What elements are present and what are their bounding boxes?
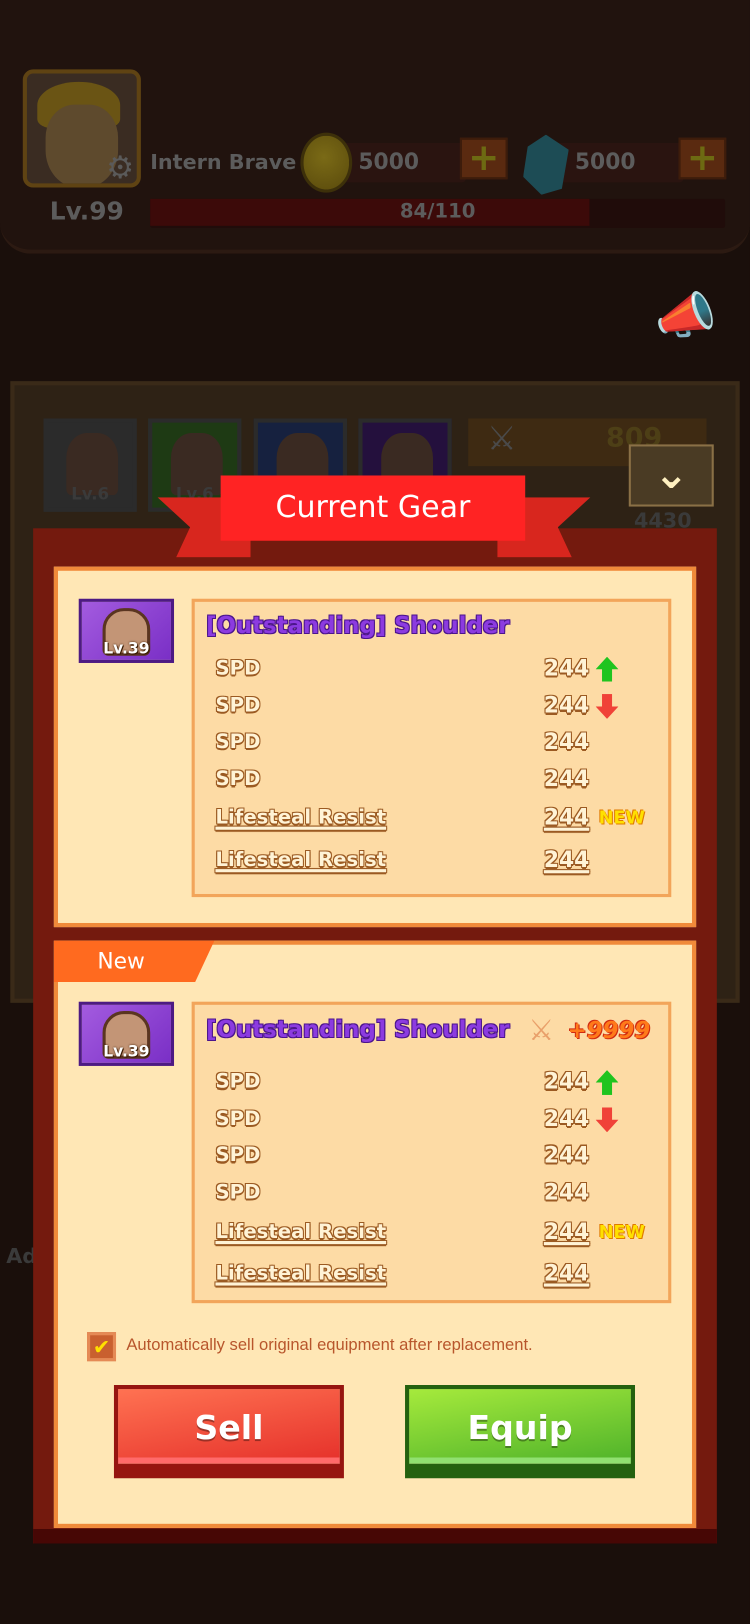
stat-value: 244 xyxy=(543,693,590,718)
stat-value: 244 xyxy=(543,847,590,873)
stat-value: 244 xyxy=(543,1179,590,1205)
stat-value: 244 xyxy=(543,804,590,830)
stat-name: SPD xyxy=(215,730,261,754)
new-stats-box xyxy=(191,1001,672,1304)
current-item-name: [Outstanding] Shoulder xyxy=(206,613,510,640)
stat-name: SPD xyxy=(215,1143,261,1167)
stat-name: Lifesteal Resist xyxy=(215,1220,387,1244)
stat-name: SPD xyxy=(215,1070,261,1093)
xp-bar: 84/110 xyxy=(150,198,726,228)
stat-value: 244 xyxy=(543,1069,590,1094)
gold-coin-icon xyxy=(300,132,353,193)
stat-value: 244 xyxy=(543,1106,590,1132)
xp-text: 84/110 xyxy=(399,199,476,223)
gold-amount: 5000 xyxy=(358,149,419,175)
settings-gear-icon[interactable]: ⚙ xyxy=(104,152,137,185)
stat-name: SPD xyxy=(215,767,261,791)
stat-value: 244 xyxy=(543,1219,590,1245)
add-gem-button[interactable]: + xyxy=(678,137,727,180)
new-item-icon[interactable]: Lv.39 xyxy=(78,1001,175,1066)
stat-value: 244 xyxy=(543,1142,590,1168)
sell-button[interactable]: Sell xyxy=(113,1384,344,1479)
power-change: +9999 xyxy=(567,1018,651,1045)
gem-amount: 5000 xyxy=(574,149,636,175)
collapse-chevron-button[interactable]: ⌄ xyxy=(628,444,714,507)
stat-value: 244 xyxy=(543,729,590,755)
stat-value: 244 xyxy=(543,1260,590,1286)
stat-name: SPD xyxy=(215,1107,261,1131)
slot-level: Lv.6 xyxy=(71,483,110,504)
new-stat-badge: NEW xyxy=(598,808,645,829)
item-level: Lv.39 xyxy=(103,1042,150,1061)
stat-value: 244 xyxy=(543,766,590,792)
new-stat-badge: NEW xyxy=(598,1222,645,1244)
new-tag: New xyxy=(53,940,215,983)
item-level: Lv.39 xyxy=(103,639,150,658)
stat-name: SPD xyxy=(215,1180,261,1204)
stat-name: Lifesteal Resist xyxy=(215,1261,387,1285)
current-item-icon[interactable]: Lv.39 xyxy=(78,598,175,663)
add-gold-button[interactable]: + xyxy=(459,137,508,180)
stat-name: Lifesteal Resist xyxy=(215,805,387,829)
equip-button[interactable]: Equip xyxy=(405,1384,636,1479)
modal-title: Current Gear xyxy=(220,475,526,541)
stat-name: SPD xyxy=(215,656,261,680)
player-name: Intern Brave xyxy=(150,149,297,175)
game-screen: ⚙ Intern Brave Lv.99 5000 + 5000 + 84/11… xyxy=(0,0,750,1624)
auto-sell-label[interactable]: Automatically sell original equipment af… xyxy=(126,1336,532,1355)
new-item-name: [Outstanding] Shoulder xyxy=(206,1017,510,1044)
megaphone-icon[interactable]: 📣 xyxy=(655,286,717,345)
auto-sell-checkbox[interactable]: ✔ xyxy=(87,1332,117,1362)
stat-value: 244 xyxy=(543,655,590,681)
player-level: Lv.99 xyxy=(49,196,124,226)
crossed-swords-icon: ⚔ xyxy=(528,1013,555,1048)
stat-name: SPD xyxy=(215,694,261,717)
gear-slot[interactable]: Lv.6 xyxy=(43,418,137,512)
crossed-swords-icon: ⚔ xyxy=(486,418,517,458)
stat-name: Lifesteal Resist xyxy=(215,848,387,872)
